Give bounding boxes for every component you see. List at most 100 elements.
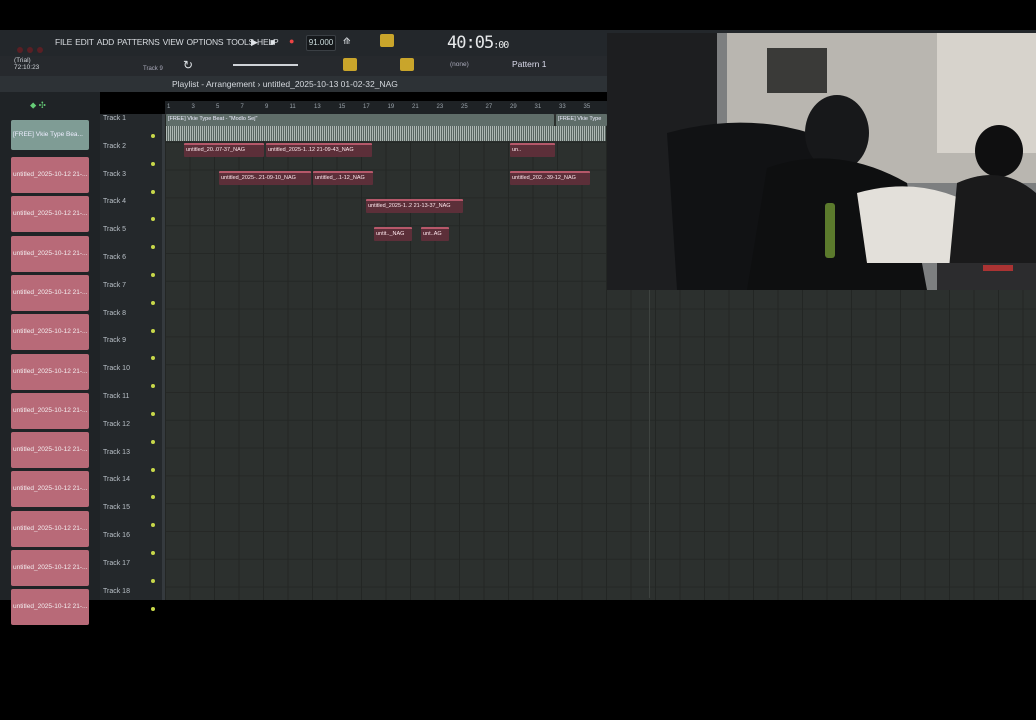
playlist-clip[interactable]: untit.._NAG [374,227,412,241]
track-name[interactable]: Track 3 [103,171,126,178]
playlist-clip[interactable]: unt..AG [421,227,449,241]
step-button[interactable] [343,58,357,71]
ruler-bar-number: 13 [314,104,321,110]
playlist-clip[interactable]: untitled_2025-1..2 21-13-37_NAG [366,199,463,213]
menu-file[interactable]: FILE [55,37,72,47]
refresh-icon[interactable]: ↻ [183,58,193,72]
track-mute-indicator[interactable] [151,161,155,166]
playlist-clip[interactable]: [FREE] Vkie Type [556,114,607,126]
track-mute-indicator[interactable] [151,134,155,138]
track-name[interactable]: Track 18 [103,588,130,595]
menu-add[interactable]: ADD [97,37,115,47]
track-name[interactable]: Track 6 [103,254,126,261]
track-mute-indicator[interactable] [151,412,155,416]
ruler-bar-number: 11 [289,104,296,110]
menu-view[interactable]: VIEW [163,37,184,47]
clip-list-item[interactable]: untitled_2025-10-12 21-... [11,274,89,311]
track-mute-indicator[interactable] [151,328,155,333]
stop-icon[interactable]: ■ [270,37,275,47]
webcam-overlay [607,33,1036,290]
clip-list-item[interactable]: untitled_2025-10-12 21-... [11,314,89,351]
browser-tools[interactable]: ⬥ ✣ [30,100,46,111]
ruler-bar-number: 15 [338,104,346,110]
playlist-clip[interactable]: untitled_2025-..21-09-10_NAG [219,171,311,185]
clip-list-item[interactable]: untitled_2025-10-12 21-... [11,550,89,586]
play-icon[interactable]: ▶ [251,37,258,48]
playlist-clip[interactable]: un.. [510,143,555,157]
track-name[interactable]: Track 13 [103,449,130,456]
menu-edit[interactable]: EDIT [75,37,94,47]
clip-list-item[interactable]: [FREE] Vkie Type Bea... [11,120,89,150]
playlist-clip[interactable]: [FREE] Vkie Type Beat - "Modlo Sej" [166,114,554,126]
track-mute-indicator[interactable] [151,189,155,194]
ruler-bar-number: 29 [510,104,517,110]
playlist-clip[interactable]: untitled_202..-39-12_NAG [510,171,590,185]
ruler-bar-number: 35 [583,104,591,110]
clip-list-item[interactable]: untitled_2025-10-12 21-... [11,510,89,547]
track-name[interactable]: Track 8 [103,310,126,317]
current-track-label: Track 9 [143,66,163,72]
ruler-bar-number: 31 [534,104,542,110]
playlist-clip[interactable]: untitled_2025-1..12 21-09-43_NAG [266,143,372,157]
ruler-bar-number: 27 [485,104,493,110]
clip-list-item[interactable]: untitled_2025-10-12 21-... [11,353,89,390]
track-name[interactable]: Track 12 [103,421,130,428]
menu-patterns[interactable]: PATTERNS [117,37,160,47]
clip-list-item[interactable]: untitled_2025-10-12 21-... [11,432,89,469]
clip-list-item[interactable]: untitled_2025-10-12 21-... [11,157,89,193]
record-icon[interactable]: ● [289,36,294,46]
ruler-bar-number: 33 [559,104,566,110]
snap-button[interactable] [380,34,394,47]
clip-list-item[interactable]: untitled_2025-10-12 21-... [11,392,89,429]
track-name[interactable]: Track 5 [103,226,126,233]
track-name[interactable]: Track 7 [103,282,126,289]
menu-options[interactable]: OPTIONS [187,37,224,47]
menu-bar: FILE EDIT ADD PATTERNS VIEW OPTIONS TOOLS HELP [55,37,281,47]
track-name[interactable]: Track 4 [103,198,126,205]
track-name[interactable]: Track 9 [103,337,126,344]
track-name[interactable]: Track 14 [103,476,130,483]
trial-info: (Trial) 72:10:23 [14,57,40,71]
ruler-bar-number: 17 [363,104,370,110]
ruler-bar-number: 19 [387,104,395,110]
song-position: 40:05:00 [447,33,509,53]
clip-list-item[interactable]: untitled_2025-10-12 21-... [11,471,89,508]
master-volume-slider[interactable] [233,64,298,66]
track-mute-indicator[interactable] [151,273,155,277]
track-mute-indicator[interactable] [151,578,155,583]
playlist-clip[interactable]: untitled_..1-12_NAG [313,171,373,185]
track-name[interactable]: Track 2 [103,143,126,150]
ruler-bar-number: 25 [461,104,468,110]
track-mute-indicator[interactable] [151,551,155,555]
ruler-bar-number: 1 [167,104,171,110]
ruler-bar-number: 9 [265,104,269,110]
clip-list-item[interactable]: untitled_2025-10-12 21-... [11,196,89,233]
track-mute-indicator[interactable] [151,439,155,444]
ruler-bar-number: 23 [436,104,444,110]
clip-list-item[interactable]: untitled_2025-10-12 21-... [11,589,89,626]
playlist-clip[interactable]: untitled_20..07-37_NAG [184,143,264,157]
tempo-display[interactable]: 91.000 [306,35,336,51]
menu-tools[interactable]: TOOLS [226,37,254,47]
track-name[interactable]: Track 11 [103,393,129,400]
waveform-clip[interactable] [166,126,606,141]
track-mute-indicator[interactable] [151,300,155,305]
pattern-select[interactable]: (none) [450,61,469,68]
ruler-bar-number: 7 [240,104,244,110]
clip-list-item[interactable]: untitled_2025-10-12 21-... [11,235,89,272]
track-name[interactable]: Track 15 [103,504,130,511]
metronome-icon[interactable]: ⟰ [343,36,351,47]
track-mute-indicator[interactable] [151,606,155,611]
ruler-bar-number: 5 [216,104,220,110]
track-name[interactable]: Track 17 [103,560,130,567]
link-button[interactable] [400,58,414,71]
pattern-selector[interactable]: Pattern 1 [512,59,547,69]
track-name[interactable]: Track 10 [103,365,130,372]
track-name[interactable]: Track 1 [103,115,126,122]
playhead[interactable] [649,290,650,598]
breadcrumb: Playlist - Arrangement › untitled_2025-1… [172,79,398,89]
ruler-bar-number: 3 [191,104,195,110]
track-name[interactable]: Track 16 [103,532,130,539]
track-mute-indicator[interactable] [151,467,155,472]
webcam-image [607,33,1036,290]
